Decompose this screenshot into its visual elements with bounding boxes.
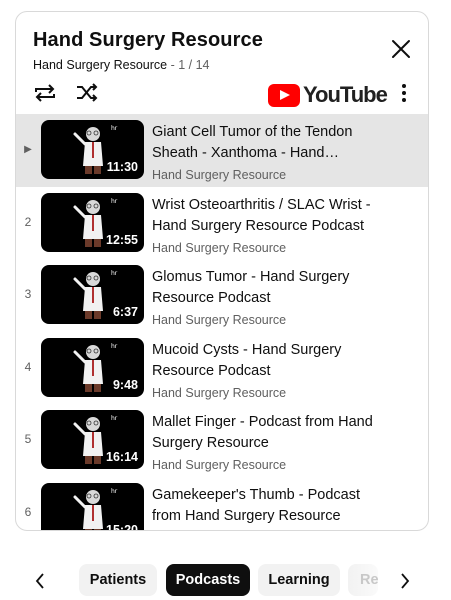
video-thumbnail[interactable]: hr 16:14 <box>41 410 144 469</box>
item-index: 4 <box>24 359 32 374</box>
video-title[interactable]: Glomus Tumor - Hand Surgery Resource Pod… <box>152 267 378 309</box>
playlist-item[interactable]: 2 hr 12:55 Wrist Osteoarthritis / SLAC W… <box>16 187 428 260</box>
svg-text:hr: hr <box>111 198 118 205</box>
playlist-panel: Hand Surgery Resource Hand Surgery Resou… <box>15 11 429 531</box>
playlist-item[interactable]: 3 hr 6:37 Glomus Tumor - Hand Surgery Re… <box>16 259 428 332</box>
chip-learning[interactable]: Learning <box>258 564 340 596</box>
chip-partial[interactable]: Re <box>348 564 379 596</box>
playlist-title[interactable]: Hand Surgery Resource <box>33 29 263 52</box>
video-duration: 9:48 <box>112 377 138 392</box>
svg-text:hr: hr <box>111 488 118 495</box>
video-channel: Hand Surgery Resource <box>152 531 286 532</box>
loop-icon[interactable] <box>32 82 58 104</box>
svg-text:hr: hr <box>111 343 118 350</box>
item-index: 6 <box>24 504 32 519</box>
video-channel: Hand Surgery Resource <box>152 385 287 400</box>
item-index: 3 <box>24 287 32 301</box>
video-duration: 12:55 <box>106 232 138 247</box>
playlist-video-list: ▶ hr 11:30 Giant Cell Tumor of the Tendo… <box>16 114 428 532</box>
svg-text:hr: hr <box>111 125 118 132</box>
youtube-logo[interactable]: YouTube <box>268 82 388 108</box>
item-index: 2 <box>24 214 32 229</box>
video-thumbnail[interactable]: hr 6:37 <box>41 265 144 324</box>
video-duration: 16:14 <box>106 450 138 464</box>
video-duration: 11:30 <box>106 160 138 174</box>
chip-podcasts[interactable]: Podcasts <box>166 564 250 596</box>
video-title[interactable]: Mallet Finger - Podcast from Hand Surger… <box>152 412 378 454</box>
svg-text:hr: hr <box>111 415 118 422</box>
svg-text:hr: hr <box>111 270 118 277</box>
video-title[interactable]: Giant Cell Tumor of the Tendon Sheath - … <box>152 122 378 164</box>
now-playing-icon: ▶ <box>24 144 32 155</box>
video-thumbnail[interactable]: hr 11:30 <box>41 120 144 179</box>
video-thumbnail[interactable]: hr 15:20 <box>41 482 144 531</box>
shuffle-icon[interactable] <box>74 82 100 104</box>
playlist-item[interactable]: 6 hr 15:20 Gamekeeper's Thumb - Podcast … <box>16 477 428 532</box>
chip-patients[interactable]: Patients <box>79 564 157 596</box>
video-title[interactable]: Gamekeeper's Thumb - Podcast from Hand S… <box>152 485 378 527</box>
playlist-channel-link[interactable]: Hand Surgery Resource <box>33 58 167 72</box>
close-icon[interactable] <box>390 38 412 60</box>
playlist-item[interactable]: 4 hr 9:48 Mucoid Cysts - Hand Surgery Re… <box>16 332 428 405</box>
video-channel: Hand Surgery Resource <box>152 313 287 327</box>
video-thumbnail[interactable]: hr 12:55 <box>41 192 144 252</box>
video-duration: 6:37 <box>112 305 138 319</box>
playlist-item[interactable]: 5 hr 16:14 Mallet Finger - Podcast from … <box>16 404 428 477</box>
playlist-position: - 1 / 14 <box>167 58 210 72</box>
more-options-icon[interactable] <box>401 84 407 104</box>
playlist-header: Hand Surgery Resource Hand Surgery Resou… <box>16 12 428 114</box>
category-chip-bar: Patients Podcasts Learning Re <box>0 560 451 600</box>
playlist-item[interactable]: ▶ hr 11:30 Giant Cell Tumor of the Tendo… <box>16 114 428 187</box>
video-thumbnail[interactable]: hr 9:48 <box>41 337 144 397</box>
video-duration: 15:20 <box>106 522 138 531</box>
youtube-wordmark: YouTube <box>303 82 388 107</box>
item-index: 5 <box>24 432 32 446</box>
video-channel: Hand Surgery Resource <box>152 240 287 255</box>
chevron-right-icon[interactable] <box>397 570 413 592</box>
chevron-left-icon[interactable] <box>32 570 48 592</box>
video-channel: Hand Surgery Resource <box>152 458 287 472</box>
youtube-play-icon <box>268 83 300 107</box>
video-title[interactable]: Wrist Osteoarthritis / SLAC Wrist - Hand… <box>152 195 378 237</box>
playlist-subtitle: Hand Surgery Resource - 1 / 14 <box>33 58 210 72</box>
video-channel: Hand Surgery Resource <box>152 168 287 182</box>
video-title[interactable]: Mucoid Cysts - Hand Surgery Resource Pod… <box>152 340 378 382</box>
